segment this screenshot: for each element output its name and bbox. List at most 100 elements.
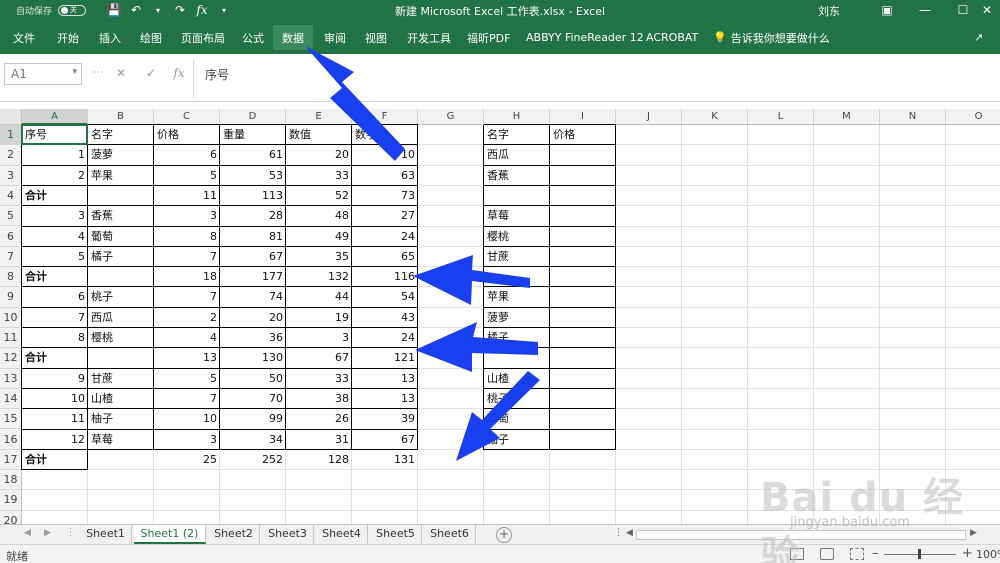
table-cell[interactable]: 20	[286, 145, 352, 165]
table-cell[interactable]: 3	[154, 206, 220, 226]
table-cell[interactable]: 3	[154, 430, 220, 450]
share-icon[interactable]: ↗	[968, 25, 989, 50]
table-cell[interactable]: 1	[22, 145, 88, 165]
table-cell[interactable]: 甘蔗	[88, 369, 154, 389]
name-box[interactable]: A1 ▾	[4, 63, 82, 85]
table-header-cell[interactable]: 名字	[88, 125, 154, 145]
table-cell[interactable]: 33	[286, 369, 352, 389]
total-row-cell[interactable]: 18	[154, 267, 220, 287]
tab-developer[interactable]: 开发工具	[401, 25, 457, 50]
table-header-cell[interactable]: 数值	[286, 125, 352, 145]
table-cell[interactable]: 香蕉	[88, 206, 154, 226]
table-cell[interactable]: 49	[286, 227, 352, 247]
column-header-A[interactable]: A	[22, 109, 88, 125]
table-cell[interactable]: 20	[220, 308, 286, 328]
save-icon[interactable]: 💾	[106, 2, 122, 18]
table2-header-cell[interactable]: 名字	[484, 125, 550, 145]
autosave-toggle[interactable]: 关	[58, 4, 87, 16]
table-cell[interactable]: 葡萄	[88, 227, 154, 247]
close-icon[interactable]: ✕	[972, 0, 1000, 20]
tab-data[interactable]: 数据	[273, 25, 313, 50]
total-row-cell[interactable]: 177	[220, 267, 286, 287]
table-cell[interactable]: 28	[220, 206, 286, 226]
table-header-cell[interactable]: 重量	[220, 125, 286, 145]
column-header-I[interactable]: I	[550, 109, 616, 125]
column-header-D[interactable]: D	[220, 109, 286, 125]
column-header-G[interactable]: G	[418, 109, 484, 125]
table-cell[interactable]: 67	[220, 247, 286, 267]
tab-review[interactable]: 审阅	[318, 25, 352, 50]
table2-cell[interactable]: 桃子	[484, 389, 550, 409]
table-cell[interactable]: 50	[220, 369, 286, 389]
table-cell[interactable]: 43	[352, 308, 418, 328]
row-header-1[interactable]: 1	[0, 125, 22, 146]
sheet-tab[interactable]: Sheet3	[262, 525, 314, 544]
undo-icon[interactable]: ↶	[128, 2, 144, 18]
tell-me-box[interactable]: 💡 告诉我你想要做什么	[707, 25, 836, 50]
column-header-M[interactable]: M	[814, 109, 880, 125]
tab-draw[interactable]: 绘图	[134, 25, 168, 50]
sheet-tab[interactable]: Sheet6	[424, 525, 476, 544]
tab-foxit-pdf[interactable]: 福昕PDF	[461, 25, 516, 50]
table-cell[interactable]: 3	[286, 328, 352, 348]
table-cell[interactable]: 39	[352, 409, 418, 429]
total-row-cell[interactable]: 合计	[22, 267, 88, 287]
table-cell[interactable]: 樱桃	[88, 328, 154, 348]
column-header-B[interactable]: B	[88, 109, 154, 125]
table-cell[interactable]: 12	[22, 430, 88, 450]
name-box-dropdown-icon[interactable]: ▾	[72, 67, 77, 77]
table-cell[interactable]: 2	[154, 308, 220, 328]
table2-cell[interactable]: 菠萝	[484, 308, 550, 328]
table-cell[interactable]: 24	[352, 328, 418, 348]
table-cell[interactable]: 7	[154, 389, 220, 409]
row-header-15[interactable]: 15	[0, 409, 22, 430]
table2-header-cell[interactable]: 价格	[550, 125, 616, 145]
total-row-cell[interactable]: 13	[154, 348, 220, 368]
scroll-left-icon[interactable]: ◀	[626, 528, 633, 538]
table-cell[interactable]: 2	[22, 166, 88, 186]
row-header-14[interactable]: 14	[0, 388, 22, 410]
worksheet-grid[interactable]: A B C D E F G H I J K L M N O 1 2 3 4 5 6 7 8 9 10 11 12 13 14 15 16 17…	[0, 109, 1000, 524]
table-cell[interactable]: 31	[286, 430, 352, 450]
table2-cell[interactable]: 樱桃	[484, 227, 550, 247]
table-cell[interactable]: 5	[154, 166, 220, 186]
row-header-17[interactable]: 17	[0, 449, 22, 471]
total-row-cell[interactable]: 11	[154, 186, 220, 206]
table-cell[interactable]: 西瓜	[88, 308, 154, 328]
insert-function-icon[interactable]: fx	[170, 66, 188, 82]
table-cell[interactable]: 橘子	[88, 247, 154, 267]
row-header-11[interactable]: 11	[0, 328, 22, 349]
row-header-12[interactable]: 12	[0, 348, 22, 369]
table-header-cell[interactable]: 价格	[154, 125, 220, 145]
table2-cell[interactable]: 草莓	[484, 206, 550, 226]
function-icon[interactable]: fx	[194, 2, 210, 18]
total-row-cell[interactable]: 合计	[22, 348, 88, 368]
row-header-18[interactable]: 18	[0, 470, 22, 491]
row-header-20[interactable]: 20	[0, 510, 22, 524]
sheet-tab[interactable]: Sheet2	[208, 525, 260, 544]
tab-home[interactable]: 开始	[51, 25, 85, 50]
table-cell[interactable]: 26	[286, 409, 352, 429]
total-row-cell[interactable]: 67	[286, 348, 352, 368]
column-header-H[interactable]: H	[484, 109, 550, 125]
column-header-K[interactable]: K	[682, 109, 748, 125]
table-cell[interactable]: 35	[286, 247, 352, 267]
table-cell[interactable]: 6	[22, 287, 88, 307]
table-cell[interactable]: 10	[352, 145, 418, 165]
table-cell[interactable]: 山楂	[88, 389, 154, 409]
row-header-6[interactable]: 6	[0, 226, 22, 247]
row-header-8[interactable]: 8	[0, 267, 22, 288]
table-cell[interactable]: 苹果	[88, 166, 154, 186]
column-header-F[interactable]: F	[352, 109, 418, 125]
formula-input[interactable]: 序号	[205, 66, 229, 83]
total-row-cell[interactable]: 130	[220, 348, 286, 368]
table-cell[interactable]: 8	[154, 227, 220, 247]
table-cell[interactable]: 24	[352, 227, 418, 247]
column-header-E[interactable]: E	[286, 109, 352, 125]
column-header-C[interactable]: C	[154, 109, 220, 125]
table-cell[interactable]: 5	[154, 369, 220, 389]
row-header-5[interactable]: 5	[0, 206, 22, 227]
sheet-tab[interactable]: Sheet1	[80, 525, 132, 544]
table-header-cell[interactable]: 序号	[22, 125, 88, 145]
table2-cell[interactable]: 柚子	[484, 430, 550, 450]
